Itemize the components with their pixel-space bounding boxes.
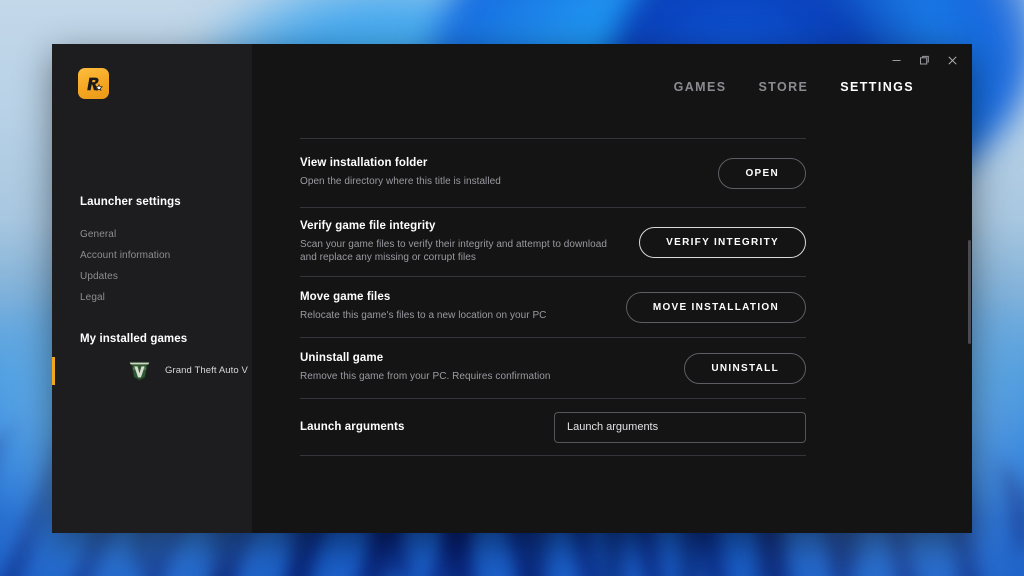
tab-games[interactable]: GAMES [674, 80, 727, 94]
row-title: Uninstall game [300, 352, 384, 365]
setting-row-launch-arguments: Launch arguments [300, 399, 806, 455]
row-description: Open the directory where this title is i… [300, 176, 501, 188]
setting-row-uninstall-game: Uninstall game Remove this game from you… [300, 338, 806, 398]
row-text: Move game files Relocate this game's fil… [300, 291, 556, 323]
window-body: Launcher settings General Account inform… [52, 44, 972, 533]
tab-store[interactable]: STORE [758, 80, 808, 94]
row-description: Remove this game from your PC. Requires … [300, 371, 551, 383]
launch-arguments-input[interactable] [554, 411, 806, 443]
window-controls [882, 49, 966, 71]
launcher-settings-heading: Launcher settings [80, 196, 181, 208]
row-description: Scan your game files to verify their int… [300, 238, 607, 264]
open-button[interactable]: OPEN [718, 157, 806, 189]
scrollbar-thumb[interactable] [968, 240, 971, 344]
sidebar: Launcher settings General Account inform… [52, 44, 252, 533]
row-title: Verify game file integrity [300, 219, 436, 232]
divider [300, 455, 806, 456]
row-text: View installation folder Open the direct… [300, 157, 511, 189]
desktop-wallpaper: Launcher settings General Account inform… [0, 0, 1024, 576]
row-title: Move game files [300, 291, 391, 304]
setting-row-verify-game-file-integrity: Verify game file integrity Scan your gam… [300, 208, 806, 276]
row-title: View installation folder [300, 157, 428, 170]
setting-row-view-installation-folder: View installation folder Open the direct… [300, 139, 806, 207]
minimize-button[interactable] [882, 49, 910, 71]
row-text: Uninstall game Remove this game from you… [300, 352, 560, 384]
rockstar-logo-icon[interactable] [78, 68, 109, 99]
uninstall-button[interactable]: UNINSTALL [684, 352, 806, 384]
maximize-restore-button[interactable] [910, 49, 938, 71]
top-navigation: GAMES STORE SETTINGS [674, 80, 914, 94]
row-description: Relocate this game's files to a new loca… [300, 310, 547, 322]
scrollbar-track[interactable] [967, 44, 972, 533]
verify-integrity-button[interactable]: VERIFY INTEGRITY [639, 226, 806, 258]
rockstar-games-launcher-window: Launcher settings General Account inform… [52, 44, 972, 533]
settings-list: View installation folder Open the direct… [300, 138, 806, 456]
sidebar-item-updates[interactable]: Updates [80, 271, 118, 282]
installed-games-heading: My installed games [80, 333, 188, 345]
tab-settings[interactable]: SETTINGS [840, 80, 914, 94]
sidebar-item-general[interactable]: General [80, 229, 116, 240]
row-text: Launch arguments [300, 421, 414, 433]
row-text: Verify game file integrity Scan your gam… [300, 220, 630, 265]
launch-arguments-label: Launch arguments [300, 421, 405, 433]
game-title-label: Grand Theft Auto V [165, 365, 248, 376]
setting-row-move-game-files: Move game files Relocate this game's fil… [300, 277, 806, 337]
gta-v-icon [129, 361, 150, 381]
sidebar-item-legal[interactable]: Legal [80, 292, 105, 303]
content-area: GAMES STORE SETTINGS View installation f… [252, 44, 972, 533]
sidebar-item-grand-theft-auto-v[interactable]: Grand Theft Auto V [52, 357, 252, 385]
sidebar-item-account-information[interactable]: Account information [80, 250, 170, 261]
close-button[interactable] [938, 49, 966, 71]
move-installation-button[interactable]: MOVE INSTALLATION [625, 291, 806, 323]
selection-indicator [52, 357, 55, 385]
